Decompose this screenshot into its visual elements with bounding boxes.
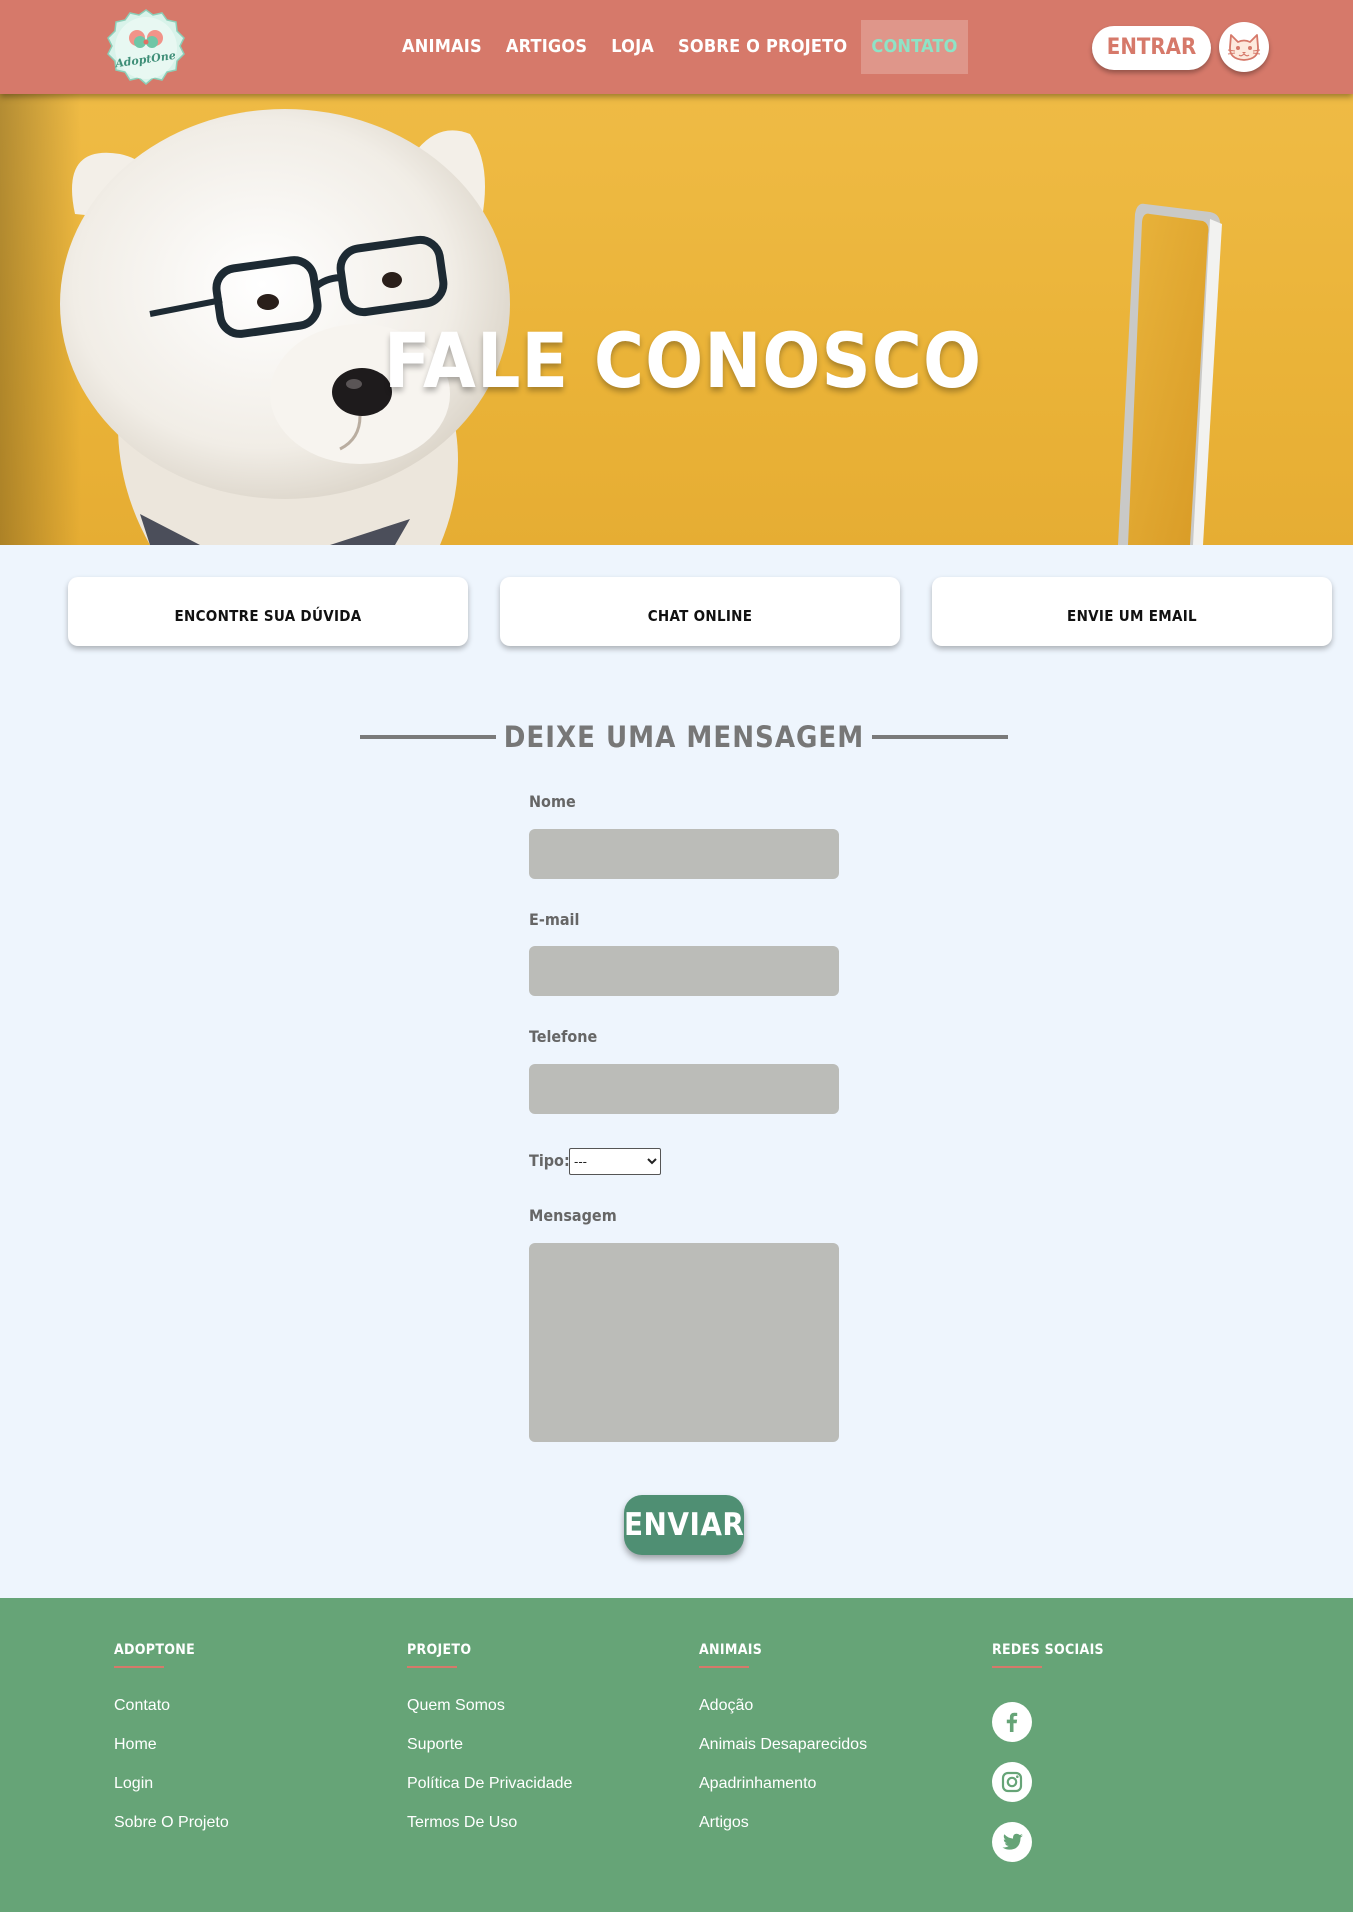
- footer-heading: ANIMAIS: [699, 1642, 763, 1658]
- user-avatar[interactable]: [1219, 22, 1269, 72]
- chat-online-card[interactable]: CHAT ONLINE: [500, 577, 900, 646]
- site-header: AdoptOne ANIMAIS ARTIGOS LOJA SOBRE O PR…: [0, 0, 1353, 94]
- nav-loja[interactable]: LOJA: [601, 20, 664, 74]
- footer-heading: PROJETO: [407, 1642, 472, 1658]
- submit-button[interactable]: ENVIAR: [624, 1495, 744, 1555]
- footer-link-privacidade[interactable]: Política De Privacidade: [407, 1775, 572, 1793]
- footer-link-sobre[interactable]: Sobre O Projeto: [114, 1814, 229, 1832]
- footer-col-redes-sociais: REDES SOCIAIS: [992, 1642, 1104, 1668]
- footer-link-adocao[interactable]: Adoção: [699, 1697, 867, 1715]
- form-title: DEIXE UMA MENSAGEM: [503, 720, 865, 754]
- nav-artigos[interactable]: ARTIGOS: [496, 20, 597, 74]
- facebook-link[interactable]: [992, 1702, 1032, 1742]
- footer-col-adoptone: ADOPTONE Contato Home Login Sobre O Proj…: [114, 1642, 229, 1832]
- twitter-icon: [1002, 1833, 1023, 1850]
- footer-link-artigos[interactable]: Artigos: [699, 1814, 867, 1832]
- footer-link-desaparecidos[interactable]: Animais Desaparecidos: [699, 1736, 867, 1754]
- name-label: Nome: [529, 792, 576, 811]
- title-divider-left: [360, 735, 496, 739]
- footer-link-login[interactable]: Login: [114, 1775, 229, 1793]
- main-nav: ANIMAIS ARTIGOS LOJA SOBRE O PROJETO CON…: [390, 20, 970, 74]
- send-email-card[interactable]: ENVIE UM EMAIL: [932, 577, 1332, 646]
- name-field[interactable]: [529, 829, 839, 879]
- adoptone-logo[interactable]: AdoptOne: [106, 8, 186, 88]
- type-select[interactable]: ---: [569, 1148, 661, 1175]
- footer-col-projeto: PROJETO Quem Somos Suporte Política De P…: [407, 1642, 572, 1832]
- faq-card[interactable]: ENCONTRE SUA DÚVIDA: [68, 577, 468, 646]
- footer-link-termos[interactable]: Termos De Uso: [407, 1814, 572, 1832]
- site-footer: ADOPTONE Contato Home Login Sobre O Proj…: [0, 1598, 1353, 1912]
- footer-heading-underline: [992, 1666, 1042, 1668]
- hero-banner: FALE CONOSCO: [0, 94, 1353, 545]
- footer-link-apadrinhamento[interactable]: Apadrinhamento: [699, 1775, 867, 1793]
- footer-heading: ADOPTONE: [114, 1642, 195, 1658]
- footer-link-quem-somos[interactable]: Quem Somos: [407, 1697, 572, 1715]
- instagram-link[interactable]: [992, 1762, 1032, 1802]
- footer-heading-underline: [114, 1666, 164, 1668]
- footer-link-contato[interactable]: Contato: [114, 1697, 229, 1715]
- footer-link-home[interactable]: Home: [114, 1736, 229, 1754]
- twitter-link[interactable]: [992, 1822, 1032, 1862]
- message-label: Mensagem: [529, 1206, 617, 1225]
- email-field[interactable]: [529, 946, 839, 996]
- type-label: Tipo:: [529, 1151, 570, 1170]
- footer-link-suporte[interactable]: Suporte: [407, 1736, 572, 1754]
- phone-label: Telefone: [529, 1027, 598, 1046]
- nav-contato[interactable]: CONTATO: [861, 20, 968, 74]
- email-label: E-mail: [529, 910, 580, 929]
- footer-col-animais: ANIMAIS Adoção Animais Desaparecidos Apa…: [699, 1642, 867, 1832]
- nav-animais[interactable]: ANIMAIS: [392, 20, 492, 74]
- facebook-icon: [1006, 1712, 1018, 1732]
- message-field[interactable]: [529, 1243, 839, 1442]
- footer-heading: REDES SOCIAIS: [992, 1642, 1104, 1658]
- footer-heading-underline: [407, 1666, 457, 1668]
- cat-face-icon: [1227, 34, 1261, 61]
- hero-title: FALE CONOSCO: [383, 316, 983, 405]
- login-button[interactable]: ENTRAR: [1092, 26, 1211, 70]
- footer-heading-underline: [699, 1666, 749, 1668]
- phone-field[interactable]: [529, 1064, 839, 1114]
- title-divider-right: [872, 735, 1008, 739]
- form-section-title: DEIXE UMA MENSAGEM: [360, 712, 1008, 762]
- instagram-icon: [1001, 1771, 1023, 1793]
- nav-sobre-o-projeto[interactable]: SOBRE O PROJETO: [668, 20, 857, 74]
